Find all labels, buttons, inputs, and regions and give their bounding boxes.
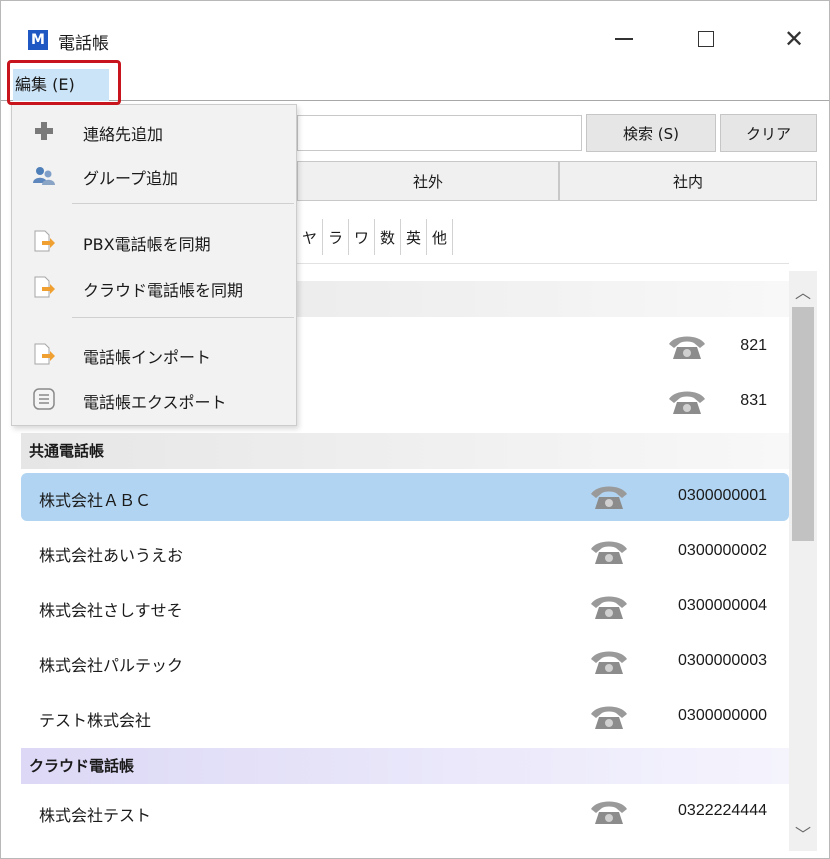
- phone-icon: [591, 801, 627, 824]
- title-bar[interactable]: M 電話帳 ✕: [1, 1, 829, 67]
- list-item[interactable]: 株式会社パルテック 0300000003: [21, 638, 789, 686]
- scroll-thumb[interactable]: [792, 307, 814, 541]
- vertical-scrollbar[interactable]: ︿ ﹀: [789, 271, 817, 851]
- menu-item-label: 電話帳インポート: [83, 348, 212, 367]
- contact-name: 株式会社テスト: [39, 806, 152, 825]
- list-item[interactable]: 株式会社あいうえお 0300000002: [21, 528, 789, 576]
- export-list-icon: [33, 388, 55, 410]
- menu-item-add-group[interactable]: グループ追加: [12, 156, 296, 194]
- menu-item-sync-pbx[interactable]: PBX電話帳を同期: [12, 222, 296, 260]
- import-arrow-icon: [34, 343, 55, 365]
- phone-icon: [591, 486, 627, 509]
- phone-icon: [669, 391, 705, 414]
- menu-item-import[interactable]: 電話帳インポート: [12, 335, 296, 373]
- contact-phone: 0300000000: [678, 707, 767, 724]
- close-icon: ✕: [783, 25, 805, 53]
- menu-separator: [72, 317, 294, 318]
- phone-icon: [591, 651, 627, 674]
- sync-arrow-icon: [34, 230, 55, 252]
- menu-separator: [72, 203, 294, 204]
- clear-button[interactable]: クリア: [720, 114, 817, 152]
- minimize-icon: [615, 38, 633, 40]
- kana-filter-ya[interactable]: ヤ: [297, 219, 323, 255]
- search-input[interactable]: [297, 115, 582, 151]
- contact-name: 株式会社あいうえお: [39, 546, 184, 565]
- tab-internal[interactable]: 社内: [559, 161, 817, 201]
- list-item[interactable]: 株式会社テスト 0322224444: [21, 788, 789, 836]
- contact-name: 株式会社パルテック: [39, 656, 184, 675]
- group-header-common: 共通電話帳: [21, 433, 789, 469]
- kana-filter-other[interactable]: 他: [427, 219, 453, 255]
- menu-item-label: クラウド電話帳を同期: [83, 281, 244, 300]
- kana-filter-alpha[interactable]: 英: [401, 219, 427, 255]
- contact-phone: 0300000004: [678, 597, 767, 614]
- edit-menu-dropdown: 連絡先追加 グループ追加 PBX電話帳を同期 クラウド電話帳を同期 電話帳インポ…: [11, 104, 297, 426]
- group-header-cloud: クラウド電話帳: [21, 748, 789, 784]
- menu-bar: 編集 (E): [1, 67, 829, 101]
- contact-phone: 0300000002: [678, 542, 767, 559]
- group-icon: [33, 167, 55, 185]
- menu-edit-label: 編集 (E): [15, 75, 75, 94]
- kana-filter-number[interactable]: 数: [375, 219, 401, 255]
- maximize-button[interactable]: [683, 23, 729, 55]
- menu-item-sync-cloud[interactable]: クラウド電話帳を同期: [12, 268, 296, 306]
- close-button[interactable]: ✕: [771, 23, 817, 55]
- list-item[interactable]: テスト株式会社 0300000000: [21, 693, 789, 741]
- list-item[interactable]: 株式会社さしすせそ 0300000004: [21, 583, 789, 631]
- contact-phone: 0300000003: [678, 652, 767, 669]
- contact-name: 株式会社ＡＢＣ: [39, 491, 152, 510]
- contact-name: テスト株式会社: [39, 711, 152, 730]
- phone-icon: [669, 336, 705, 359]
- phonebook-window: M 電話帳 ✕ 編集 (E) 検索 (S) クリア 社外 社内 ヤ ラ ワ 数 …: [0, 0, 830, 859]
- kana-filter-wa[interactable]: ワ: [349, 219, 375, 255]
- menu-item-label: PBX電話帳を同期: [83, 235, 211, 254]
- scroll-down-icon[interactable]: ﹀: [789, 821, 817, 845]
- contact-phone: 831: [740, 392, 767, 409]
- maximize-icon: [698, 31, 714, 47]
- search-button[interactable]: 検索 (S): [586, 114, 716, 152]
- app-logo: M: [28, 30, 48, 50]
- sync-arrow-icon: [34, 276, 55, 298]
- divider: [297, 263, 789, 264]
- contact-phone: 0300000001: [678, 487, 767, 504]
- minimize-button[interactable]: [601, 23, 647, 55]
- phone-icon: [591, 706, 627, 729]
- contact-phone: 0322224444: [678, 802, 767, 819]
- contact-phone: 821: [740, 337, 767, 354]
- menu-edit[interactable]: 編集 (E): [13, 69, 109, 101]
- menu-item-label: 連絡先追加: [83, 125, 164, 144]
- menu-item-add-contact[interactable]: 連絡先追加: [12, 112, 296, 150]
- menu-item-label: 電話帳エクスポート: [83, 393, 227, 412]
- phone-icon: [591, 596, 627, 619]
- kana-filter-ra[interactable]: ラ: [323, 219, 349, 255]
- window-title: 電話帳: [58, 34, 109, 54]
- menu-item-export[interactable]: 電話帳エクスポート: [12, 380, 296, 418]
- contact-name: 株式会社さしすせそ: [39, 601, 183, 620]
- tab-external[interactable]: 社外: [297, 161, 559, 201]
- menu-item-label: グループ追加: [83, 169, 179, 188]
- plus-icon: [35, 122, 53, 140]
- phone-icon: [591, 541, 627, 564]
- kana-filter-bar: ヤ ラ ワ 数 英 他: [297, 219, 453, 255]
- scroll-up-icon[interactable]: ︿: [789, 279, 817, 303]
- list-item-selected[interactable]: 株式会社ＡＢＣ 0300000001: [21, 473, 789, 521]
